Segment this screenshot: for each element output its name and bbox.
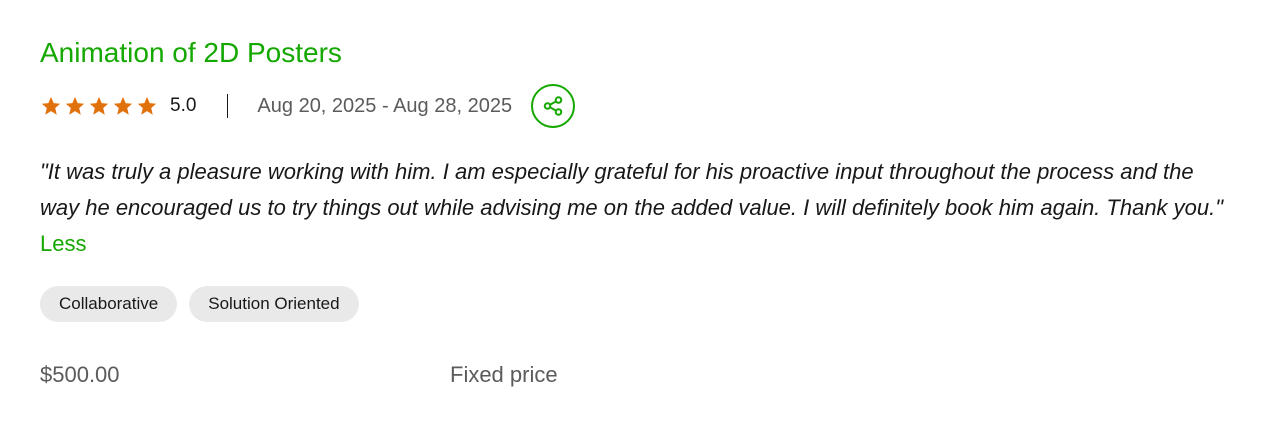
tag-solution-oriented: Solution Oriented [189,286,359,322]
date-range: Aug 20, 2025 - Aug 28, 2025 [257,94,513,117]
job-price: $500.00 [40,362,120,387]
review-text: "It was truly a pleasure working with hi… [40,159,1224,220]
skill-tags: Collaborative Solution Oriented [40,286,359,322]
review-text-block: "It was truly a pleasure working with hi… [40,154,1230,262]
job-title-link[interactable]: Animation of 2D Posters [40,35,342,71]
tag-collaborative: Collaborative [40,286,178,322]
rating-value: 5.0 [170,95,197,116]
star-icon [65,96,85,115]
star-icon [113,96,133,115]
star-rating [40,95,158,117]
star-icon [41,96,61,115]
share-button[interactable] [531,84,576,128]
star-icon [137,96,157,115]
less-link[interactable]: Less [40,231,86,256]
star-icon [89,96,109,115]
job-review-card: Animation of 2D Posters 5.0 Aug 20, 2025… [0,0,1267,429]
share-icon [543,96,563,116]
price-type: Fixed price [450,362,558,387]
meta-divider [227,94,229,118]
review-meta-row: 5.0 Aug 20, 2025 - Aug 28, 2025 [40,82,576,130]
